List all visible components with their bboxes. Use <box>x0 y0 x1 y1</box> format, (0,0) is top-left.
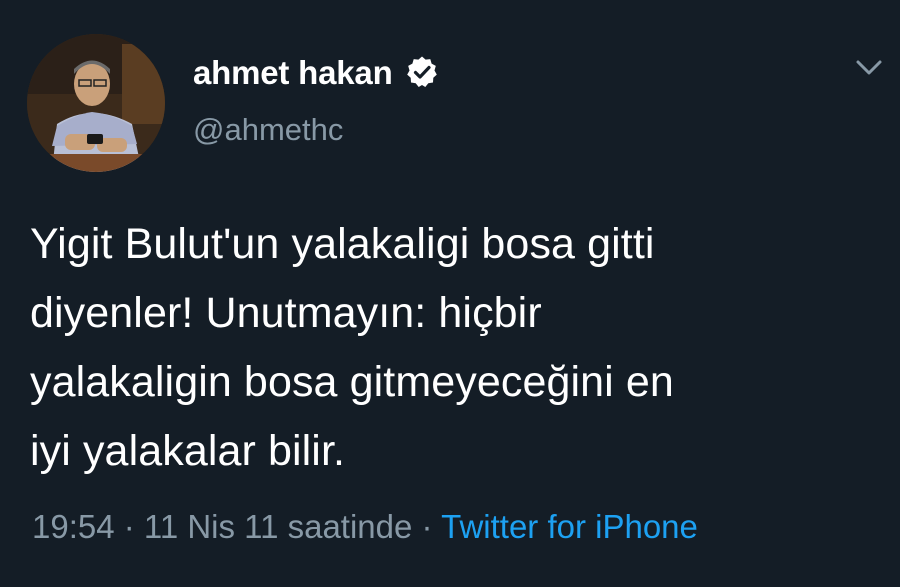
tweet-text-line: Yigit Bulut'un yalakaligi bosa gitti <box>30 220 655 268</box>
avatar[interactable] <box>27 34 165 172</box>
tweet-card: ahmet hakan @ahmethc Yigit Bulut'un yala… <box>0 0 900 587</box>
tweet-text-line: diyenler! Unutmayın: hiçbir <box>30 289 542 337</box>
tweet-date[interactable]: 11 Nis 11 saatinde <box>144 508 412 545</box>
tweet-meta: 19:54 · 11 Nis 11 saatinde · Twitter for… <box>32 507 698 547</box>
meta-separator: · <box>412 508 442 545</box>
tweet-text-line: iyi yalakalar bilir. <box>30 427 346 475</box>
chevron-down-icon[interactable] <box>853 56 885 80</box>
verified-badge-icon <box>405 55 439 89</box>
handle[interactable]: @ahmethc <box>193 114 343 145</box>
tweet-source-link[interactable]: Twitter for iPhone <box>441 508 698 545</box>
meta-separator: · <box>114 508 144 545</box>
tweet-text-line: yalakaligin bosa gitmeyeceğini en <box>30 358 674 406</box>
avatar-photo <box>27 34 165 172</box>
display-name[interactable]: ahmet hakan <box>193 56 393 89</box>
author-header[interactable]: ahmet hakan <box>193 50 439 94</box>
tweet-time[interactable]: 19:54 <box>32 508 115 545</box>
tweet-text: Yigit Bulut'un yalakaligi bosa gitti diy… <box>30 210 880 486</box>
